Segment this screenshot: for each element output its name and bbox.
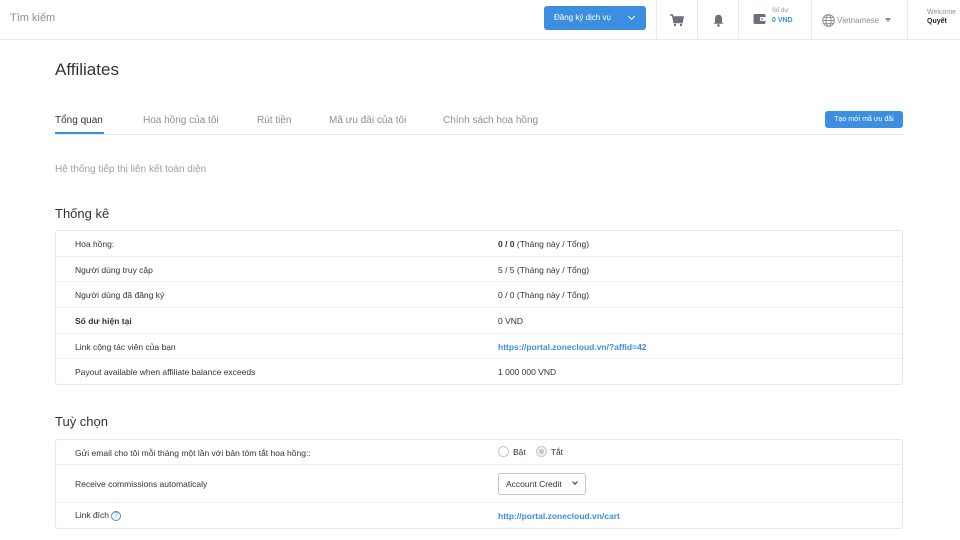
table-row: Người dùng đã đăng ký 0 / 0 (Tháng này /…	[56, 282, 902, 308]
tab-my-commissions[interactable]: Hoa hồng của tôi	[143, 115, 219, 126]
table-row: Người dùng truy cập 5 / 5 (Tháng này / T…	[56, 257, 902, 282]
register-service-button[interactable]: Đăng ký dịch vụ	[544, 6, 646, 30]
tab-bar: Tổng quan Hoa hồng của tôi Rút tiền Mã ư…	[55, 110, 903, 135]
page-title: Affiliates	[55, 60, 119, 79]
user-menu[interactable]: Quyết	[927, 18, 947, 25]
tab-overview[interactable]: Tổng quan	[55, 115, 103, 126]
table-row: Receive commissions automaticaly Account…	[56, 465, 902, 503]
commission-method-value: Account Credit	[506, 479, 562, 489]
radio-on-label: Bật	[513, 446, 526, 457]
table-row: Hoa hồng: 0 / 0 (Tháng này / Tổng)	[56, 231, 902, 257]
divider	[811, 0, 812, 40]
divider	[738, 0, 739, 40]
chevron-down-icon	[572, 479, 578, 485]
stat-value-suffix: (Tháng này / Tổng)	[514, 239, 590, 249]
stat-label: Link cộng tác viên của bạn	[75, 342, 176, 352]
tab-withdraw[interactable]: Rút tiền	[257, 115, 291, 126]
radio-on[interactable]	[498, 446, 509, 457]
email-summary-radio-group: Bật Tắt	[498, 446, 563, 457]
chevron-down-icon	[627, 12, 636, 21]
stat-label: Hoa hồng:	[75, 239, 115, 249]
balance-widget[interactable]: Số dư 0 VND	[750, 8, 812, 32]
intro-text: Hệ thống tiếp thị liên kết toàn diện	[55, 164, 207, 175]
language-selector[interactable]: Vietnamese	[822, 12, 892, 28]
stat-value: 0 / 0 (Tháng này / Tổng)	[498, 290, 590, 300]
stat-value-bold: 0 / 0	[498, 239, 515, 249]
stat-value: 5 / 5 (Tháng này / Tổng)	[498, 265, 590, 275]
stat-label: Số dư hiện tại	[75, 316, 132, 326]
wallet-icon	[753, 14, 766, 24]
table-row: Link cộng tác viên của bạn https://porta…	[56, 334, 902, 359]
cart-button[interactable]	[657, 0, 697, 40]
radio-off[interactable]	[535, 446, 547, 457]
stat-label: Người dùng đã đăng ký	[75, 290, 165, 300]
stat-label: Payout available when affiliate balance …	[75, 367, 256, 377]
stat-value: 0 VND	[498, 316, 524, 326]
table-row: Số dư hiện tại 0 VND	[56, 308, 902, 334]
cart-icon	[670, 13, 684, 26]
stat-value: 1 000 000 VND	[498, 367, 557, 377]
options-section-title: Tuỳ chọn	[55, 414, 108, 429]
table-row: Payout available when affiliate balance …	[56, 359, 902, 384]
auto-commission-label: Receive commissions automaticaly	[75, 479, 208, 489]
tab-my-promo-codes[interactable]: Mã ưu đãi của tôi	[329, 115, 406, 126]
search-input[interactable]: Tìm kiếm	[10, 12, 55, 24]
stats-table: Hoa hồng: 0 / 0 (Tháng này / Tổng) Người…	[55, 230, 903, 385]
help-icon[interactable]: ?	[111, 510, 122, 521]
active-tab-indicator	[55, 132, 104, 134]
bell-icon	[713, 14, 723, 27]
register-service-label: Đăng ký dịch vụ	[554, 13, 611, 22]
landing-link-text: Link đích	[75, 510, 110, 520]
globe-icon	[822, 13, 835, 27]
commission-method-select[interactable]: Account Credit	[498, 473, 586, 495]
stat-value: 0 / 0 (Tháng này / Tổng)	[498, 239, 589, 249]
table-row: Gửi email cho tôi mỗi tháng một lần với …	[56, 440, 902, 465]
stats-section-title: Thống kê	[55, 206, 110, 221]
welcome-label: Welcome	[927, 9, 957, 16]
top-bar: Tìm kiếm Đăng ký dịch vụ Số dư 0 VND Vie…	[0, 0, 960, 40]
affiliate-link[interactable]: https://portal.zonecloud.vn/?affid=42	[498, 342, 647, 352]
language-label: Vietnamese	[837, 15, 880, 25]
balance-value: 0 VND	[772, 17, 793, 24]
caret-down-icon	[885, 18, 892, 22]
landing-link-label: Link đích?	[75, 510, 122, 521]
table-row: Link đích? http://portal.zonecloud.vn/ca…	[56, 503, 902, 528]
radio-off-label: Tắt	[550, 446, 564, 457]
stat-label: Người dùng truy cập	[75, 265, 153, 275]
landing-link[interactable]: http://portal.zonecloud.vn/cart	[498, 511, 620, 521]
divider	[907, 0, 908, 40]
email-summary-label: Gửi email cho tôi mỗi tháng một lần với …	[75, 448, 311, 458]
tab-commission-policy[interactable]: Chính sách hoa hồng	[443, 115, 538, 126]
notifications-button[interactable]	[698, 0, 738, 40]
options-table: Gửi email cho tôi mỗi tháng một lần với …	[55, 439, 903, 529]
balance-label: Số dư	[772, 8, 789, 14]
create-promo-code-button[interactable]: Tạo mới mã ưu đãi	[825, 111, 903, 128]
